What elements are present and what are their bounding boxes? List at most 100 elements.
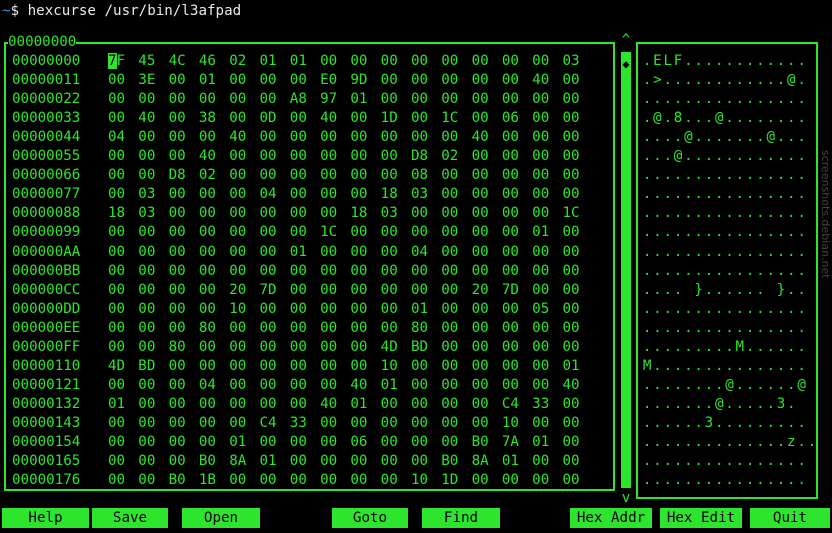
hex-byte[interactable]: 02 [199,166,229,185]
hex-byte[interactable]: 00 [199,414,229,433]
hex-byte[interactable]: 00 [502,204,532,223]
hex-byte[interactable]: 40 [562,376,592,395]
hex-byte[interactable]: 00 [259,357,289,376]
hex-byte[interactable]: 00 [320,166,350,185]
ascii-row[interactable]: ........ @...... @ [642,376,807,395]
hex-byte[interactable]: 01 [290,52,320,71]
hex-byte[interactable]: 00 [138,452,168,471]
hex-row[interactable]: 00000011 00 3E 00 01 00 00 00 E0 9D 00 00 00 00 00 40 00 [12,71,593,90]
hex-byte[interactable]: 00 [562,433,592,452]
hex-byte[interactable]: 01 [199,71,229,90]
hex-byte[interactable]: 1D [441,471,471,490]
hex-row[interactable]: 00000055 00 00 00 40 00 00 00 00 00 00 D8 02 00 00 00 00 [12,147,593,166]
hex-byte[interactable]: 00 [199,262,229,281]
hex-byte[interactable]: 00 [502,471,532,490]
hex-byte[interactable]: 00 [532,204,562,223]
hex-byte[interactable]: 00 [562,223,592,242]
hex-byte[interactable]: 00 [441,262,471,281]
hex-byte[interactable]: 20 [472,281,502,300]
hex-byte[interactable]: 00 [441,433,471,452]
hex-byte[interactable]: 00 [350,300,380,319]
hex-byte[interactable]: 00 [169,319,199,338]
hex-byte[interactable]: 00 [199,243,229,262]
hex-byte[interactable]: 00 [169,109,199,128]
hex-byte[interactable]: 00 [441,357,471,376]
hex-byte[interactable]: 33 [532,395,562,414]
hex-byte[interactable]: 04 [411,243,441,262]
hex-byte[interactable]: 00 [199,395,229,414]
find-button[interactable]: Find [422,508,500,528]
hex-byte[interactable]: 00 [169,433,199,452]
hex-byte[interactable]: 00 [108,262,138,281]
hex-byte[interactable]: 03 [381,204,411,223]
hex-byte[interactable]: 00 [411,223,441,242]
hex-byte[interactable]: 00 [350,262,380,281]
hex-byte[interactable]: 00 [108,471,138,490]
hex-row[interactable]: 00000033 00 40 00 38 00 0D 00 40 00 1D 00 1C 00 06 00 00 [12,109,593,128]
hex-byte[interactable]: 00 [381,90,411,109]
hex-row[interactable]: 000000EE 00 00 00 80 00 00 00 00 00 00 80 00 00 00 00 00 [12,319,593,338]
hex-byte[interactable]: 00 [472,166,502,185]
hex-byte[interactable]: 00 [320,128,350,147]
hex-byte[interactable]: 00 [229,109,259,128]
hex-byte[interactable]: 00 [472,338,502,357]
hex-byte[interactable]: 00 [229,471,259,490]
ascii-row[interactable]: ................ [642,166,807,185]
hex-byte[interactable]: 00 [259,204,289,223]
hex-byte[interactable]: 40 [138,109,168,128]
hex-byte[interactable]: 00 [169,243,199,262]
hex-byte[interactable]: 00 [411,109,441,128]
hex-byte[interactable]: 00 [381,433,411,452]
hex-byte[interactable]: 00 [532,357,562,376]
hex-byte[interactable]: 00 [108,319,138,338]
hex-byte[interactable]: 00 [381,300,411,319]
hex-byte[interactable]: 00 [259,395,289,414]
hex-byte[interactable]: 38 [199,109,229,128]
hex-byte[interactable]: 00 [229,166,259,185]
hex-row[interactable]: 000000AA 00 00 00 00 00 00 01 00 00 00 04 00 00 00 00 00 [12,243,593,262]
hex-byte[interactable]: 00 [472,223,502,242]
hex-byte[interactable]: 00 [441,71,471,90]
hex-byte[interactable]: 00 [138,414,168,433]
hex-byte[interactable]: 1B [199,471,229,490]
hex-byte[interactable]: 00 [169,128,199,147]
hex-byte[interactable]: 00 [350,147,380,166]
hex-byte[interactable]: 8A [229,452,259,471]
hex-byte[interactable]: 06 [350,433,380,452]
hex-byte[interactable]: 01 [381,376,411,395]
hex-byte[interactable]: 00 [169,185,199,204]
hex-byte[interactable]: 00 [169,90,199,109]
hex-byte[interactable]: 00 [411,357,441,376]
hex-byte[interactable]: 00 [138,433,168,452]
scroll-down-arrow[interactable]: v [620,491,632,505]
hex-byte[interactable]: 00 [108,223,138,242]
hex-byte[interactable]: 00 [350,223,380,242]
hex-row[interactable]: 00000154 00 00 00 00 01 00 00 00 06 00 00 00 B0 7A 01 00 [12,433,593,452]
hex-byte[interactable]: 01 [350,90,380,109]
hex-byte[interactable]: 00 [199,223,229,242]
hex-byte[interactable]: 00 [320,376,350,395]
ascii-row[interactable]: ................ [642,452,807,471]
hex-byte[interactable]: 00 [472,109,502,128]
hex-byte[interactable]: 00 [441,338,471,357]
hex-byte[interactable]: BD [138,357,168,376]
hex-row[interactable]: 00000022 00 00 00 00 00 00 A8 97 01 00 00 00 00 00 00 00 [12,90,593,109]
hex-byte[interactable]: 00 [472,52,502,71]
hex-byte[interactable]: 01 [259,452,289,471]
hex-byte[interactable]: 00 [472,90,502,109]
hex-byte[interactable]: 00 [441,395,471,414]
hex-byte[interactable]: 1C [320,223,350,242]
hex-byte[interactable]: 00 [290,147,320,166]
hex-byte[interactable]: 00 [108,166,138,185]
hex-byte[interactable]: 00 [562,109,592,128]
hex-byte[interactable]: 3E [138,71,168,90]
hex-byte[interactable]: 00 [138,471,168,490]
ascii-row[interactable]: ................ [642,223,807,242]
hex-byte[interactable]: 03 [138,204,168,223]
hex-row[interactable]: 000000FF 00 00 80 00 00 00 00 00 00 4D BD 00 00 00 00 00 [12,338,593,357]
hex-byte[interactable]: 00 [562,147,592,166]
hex-row[interactable]: 00000099 00 00 00 00 00 00 00 1C 00 00 00 00 00 00 01 00 [12,223,593,242]
hex-byte[interactable]: 00 [502,300,532,319]
hex-byte[interactable]: 00 [472,147,502,166]
hex-byte[interactable]: 00 [229,147,259,166]
